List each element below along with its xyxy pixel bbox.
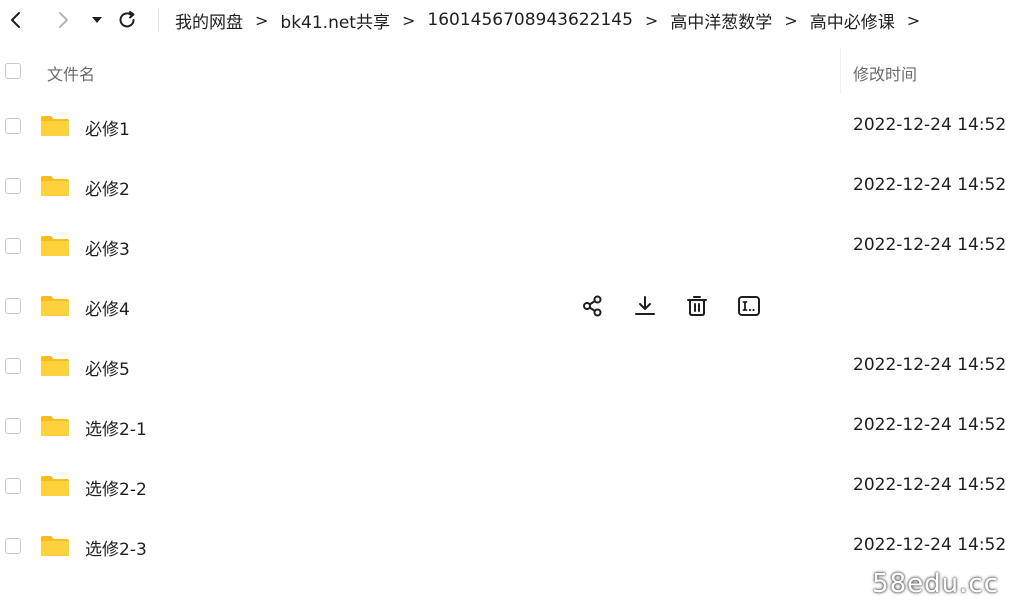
folder-icon: [41, 116, 69, 136]
row-checkbox[interactable]: [5, 478, 21, 494]
file-name[interactable]: 选修2-2: [85, 475, 147, 500]
breadcrumb-separator: >: [906, 10, 921, 30]
file-row[interactable]: 选修2-1 2022-12-24 14:52: [0, 396, 1011, 456]
rename-icon: [738, 296, 760, 316]
file-row[interactable]: 必修1 2022-12-24 14:52: [0, 96, 1011, 156]
file-name[interactable]: 必修1: [85, 115, 130, 140]
folder-icon: [41, 176, 69, 196]
breadcrumb-item[interactable]: 我的网盘: [175, 8, 243, 33]
file-row[interactable]: 必修2 2022-12-24 14:52: [0, 156, 1011, 216]
select-all-checkbox[interactable]: [5, 63, 21, 79]
file-modified-time: 2022-12-24 14:52: [853, 175, 1007, 195]
row-checkbox[interactable]: [5, 358, 21, 374]
forward-button[interactable]: [51, 8, 75, 32]
row-checkbox[interactable]: [5, 538, 21, 554]
share-icon: [583, 295, 602, 317]
breadcrumb-separator: >: [784, 10, 798, 30]
file-name[interactable]: 选修2-1: [85, 415, 147, 440]
file-modified-time: 2022-12-24 14:52: [853, 235, 1007, 255]
file-name[interactable]: 选修2-3: [85, 535, 147, 560]
file-modified-time: 2022-12-24 14:52: [853, 475, 1007, 495]
delete-icon: [687, 296, 707, 316]
download-button[interactable]: [632, 293, 658, 319]
file-row-hovered[interactable]: 必修4: [0, 276, 1011, 336]
column-divider[interactable]: [840, 48, 841, 94]
folder-icon: [41, 416, 69, 436]
delete-button[interactable]: [684, 293, 710, 319]
row-checkbox[interactable]: [5, 118, 21, 134]
file-name[interactable]: 必修4: [85, 295, 130, 320]
chevron-right-icon: [59, 12, 68, 28]
file-list-header: 文件名 修改时间: [0, 48, 1011, 94]
breadcrumb-item[interactable]: bk41.net共享: [280, 8, 390, 33]
folder-icon: [41, 236, 69, 256]
rename-button[interactable]: [736, 293, 762, 319]
file-row[interactable]: 选修2-2 2022-12-24 14:52: [0, 456, 1011, 516]
watermark: 58edu.cc: [872, 569, 999, 599]
breadcrumb-separator: >: [401, 10, 416, 30]
file-row[interactable]: 选修2-3 2022-12-24 14:52: [0, 516, 1011, 576]
file-row[interactable]: 必修3 2022-12-24 14:52: [0, 216, 1011, 276]
file-name[interactable]: 必修5: [85, 355, 130, 380]
breadcrumb: 我的网盘 > bk41.net共享 > 1601456708943622145 …: [175, 8, 932, 33]
row-checkbox[interactable]: [5, 298, 21, 314]
caret-down-icon: [92, 17, 102, 23]
file-row[interactable]: 必修5 2022-12-24 14:52: [0, 336, 1011, 396]
nav-divider: [158, 8, 159, 32]
folder-icon: [41, 476, 69, 496]
row-actions: [580, 293, 762, 319]
row-checkbox[interactable]: [5, 418, 21, 434]
file-modified-time: 2022-12-24 14:52: [853, 415, 1007, 435]
file-modified-time: 2022-12-24 14:52: [853, 535, 1007, 555]
folder-icon: [41, 296, 69, 316]
refresh-button[interactable]: [115, 8, 139, 32]
breadcrumb-item[interactable]: 高中必修课: [810, 8, 895, 33]
file-modified-time: 2022-12-24 14:52: [853, 115, 1007, 135]
download-icon: [635, 296, 655, 315]
breadcrumb-separator: >: [255, 10, 269, 30]
row-checkbox[interactable]: [5, 238, 21, 254]
folder-icon: [41, 356, 69, 376]
chevron-left-icon: [11, 12, 20, 28]
share-button[interactable]: [580, 293, 606, 319]
history-dropdown-button[interactable]: [85, 8, 109, 32]
breadcrumb-item[interactable]: 高中洋葱数学: [670, 8, 772, 33]
file-name[interactable]: 必修2: [85, 175, 130, 200]
column-header-modified-time[interactable]: 修改时间: [853, 61, 917, 85]
breadcrumb-separator: >: [644, 10, 659, 30]
folder-icon: [41, 536, 69, 556]
breadcrumb-item[interactable]: 1601456708943622145: [427, 10, 633, 30]
column-header-name[interactable]: 文件名: [47, 61, 95, 85]
file-name[interactable]: 必修3: [85, 235, 130, 260]
top-nav-bar: 我的网盘 > bk41.net共享 > 1601456708943622145 …: [0, 0, 1011, 40]
file-modified-time: 2022-12-24 14:52: [853, 355, 1007, 375]
row-checkbox[interactable]: [5, 178, 21, 194]
refresh-icon: [119, 11, 135, 28]
back-button[interactable]: [4, 8, 28, 32]
